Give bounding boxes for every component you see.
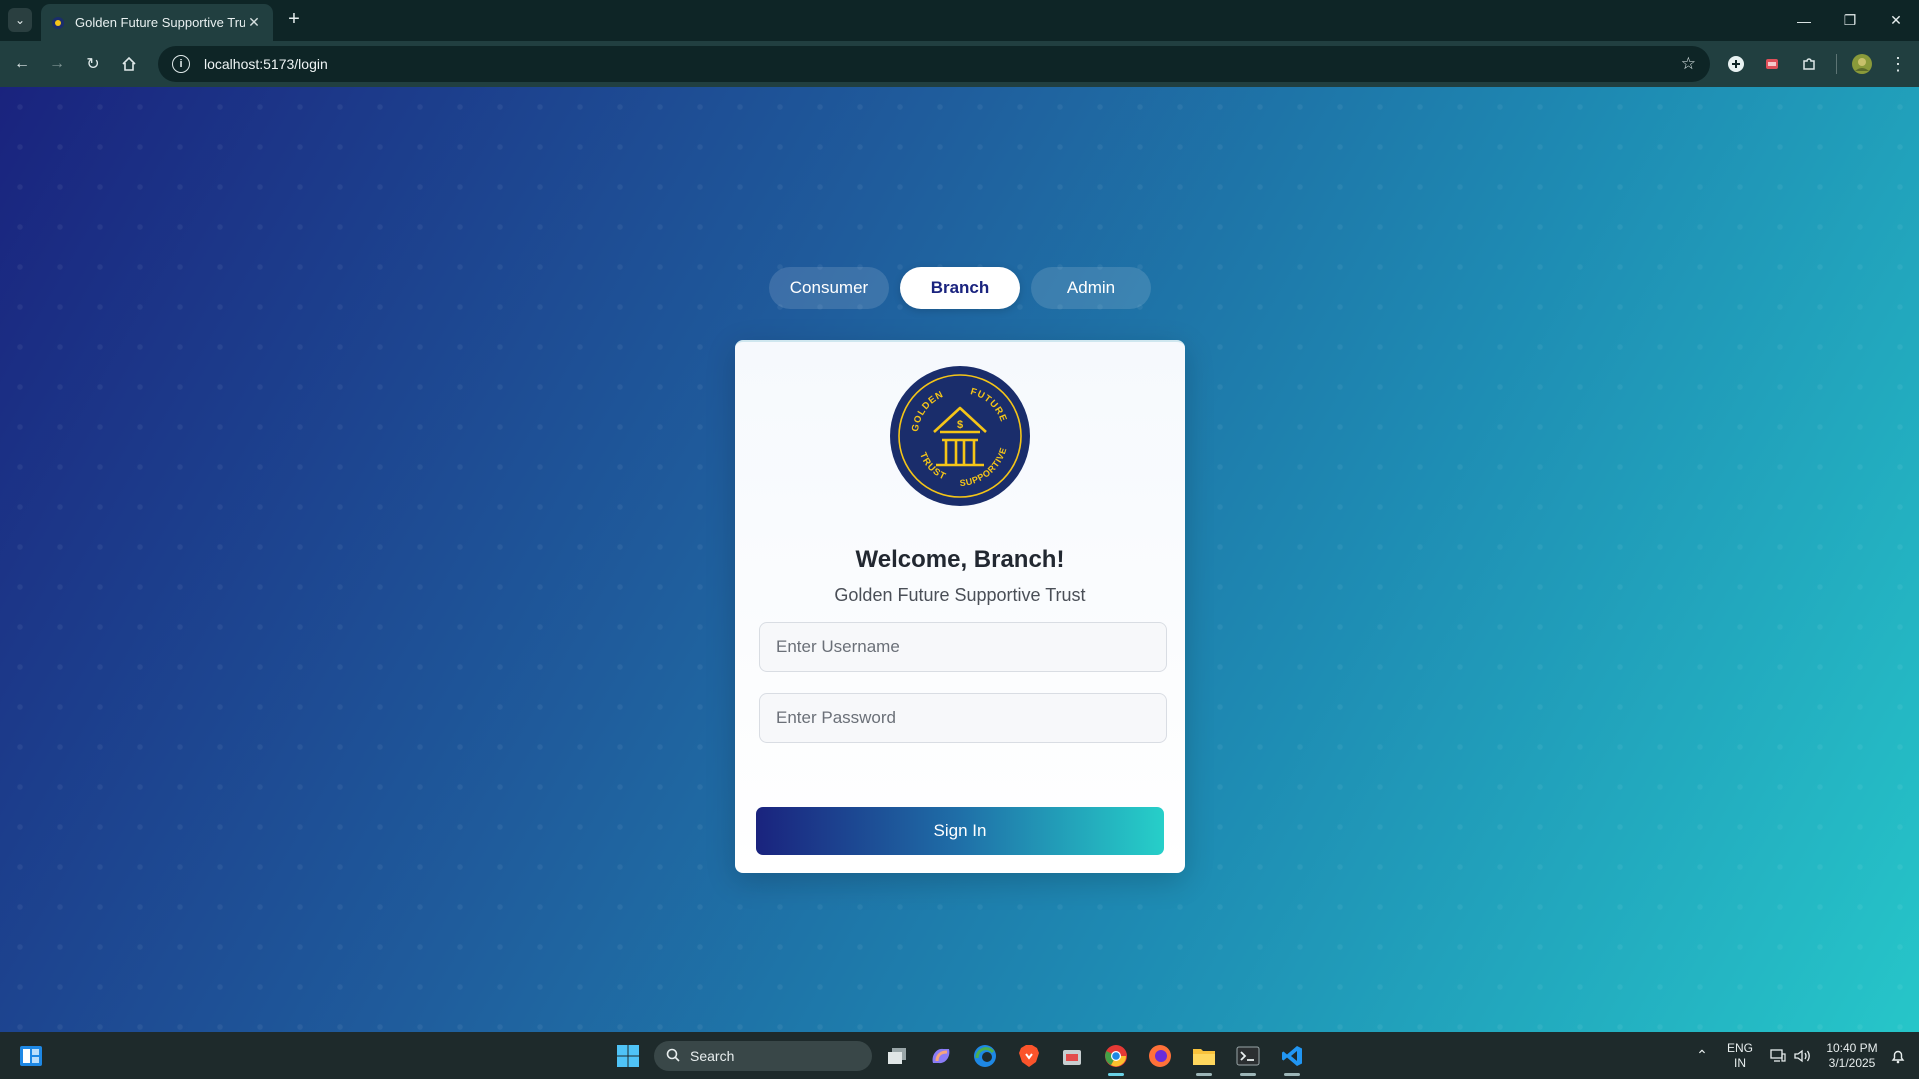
edge-button[interactable] bbox=[970, 1041, 1000, 1071]
store-icon bbox=[1063, 1050, 1081, 1065]
url-text: localhost:5173/login bbox=[204, 56, 328, 72]
tab-title: Golden Future Supportive Trust bbox=[75, 15, 245, 30]
clock[interactable]: 10:40 PM 3/1/2025 bbox=[1822, 1032, 1882, 1079]
tab-search-button[interactable]: ⌄ bbox=[8, 8, 32, 32]
new-tab-button[interactable]: + bbox=[282, 8, 306, 32]
plus-circle-icon bbox=[1728, 56, 1744, 72]
address-bar[interactable]: i localhost:5173/login ☆ bbox=[158, 46, 1710, 82]
vscode-button[interactable] bbox=[1277, 1041, 1307, 1076]
browser-menu-button[interactable]: ⋮ bbox=[1884, 50, 1912, 78]
extension-red-button[interactable] bbox=[1758, 50, 1786, 78]
bookmark-star-icon[interactable]: ☆ bbox=[1681, 54, 1696, 74]
copilot-icon bbox=[932, 1048, 950, 1064]
close-window-button[interactable]: ✕ bbox=[1873, 0, 1919, 41]
reload-icon: ↻ bbox=[86, 56, 100, 73]
show-hidden-icons-button[interactable]: ⌃ bbox=[1688, 1032, 1716, 1079]
language-code: ENG bbox=[1726, 1040, 1753, 1055]
chevron-down-icon: ⌄ bbox=[14, 13, 26, 27]
running-app-indicator bbox=[1284, 1073, 1300, 1076]
bell-icon bbox=[1891, 1050, 1905, 1063]
forward-button[interactable]: → bbox=[43, 50, 71, 78]
role-tab-consumer[interactable]: Consumer bbox=[769, 267, 889, 309]
folder-icon bbox=[1193, 1049, 1215, 1065]
terminal-button[interactable] bbox=[1233, 1041, 1263, 1076]
windows-logo-icon bbox=[617, 1045, 639, 1067]
reload-button[interactable]: ↻ bbox=[79, 50, 107, 78]
password-input[interactable] bbox=[759, 693, 1167, 743]
welcome-heading: Welcome, Branch! bbox=[855, 546, 1065, 573]
task-view-icon bbox=[888, 1048, 906, 1064]
home-icon bbox=[122, 56, 136, 71]
brave-lion-icon bbox=[1019, 1045, 1039, 1067]
site-info-icon[interactable]: i bbox=[172, 55, 190, 73]
widgets-button[interactable] bbox=[16, 1041, 46, 1071]
terminal-icon bbox=[1236, 1046, 1260, 1066]
volume-icon[interactable] bbox=[1791, 1032, 1815, 1079]
active-app-indicator bbox=[1108, 1073, 1124, 1076]
puzzle-icon bbox=[1803, 58, 1815, 70]
firefox-button[interactable] bbox=[1145, 1041, 1175, 1071]
start-button[interactable] bbox=[613, 1041, 643, 1071]
browser-tab[interactable]: Golden Future Supportive Trust ✕ bbox=[41, 4, 273, 41]
site-favicon-icon bbox=[51, 16, 65, 30]
organization-subtitle: Golden Future Supportive Trust bbox=[834, 585, 1086, 605]
edge-icon bbox=[974, 1045, 996, 1067]
running-app-indicator bbox=[1240, 1073, 1256, 1076]
brave-button[interactable] bbox=[1014, 1041, 1044, 1071]
clock-time: 10:40 PM bbox=[1826, 1040, 1878, 1055]
extension-red-icon bbox=[1766, 59, 1778, 69]
taskbar-search[interactable]: Search bbox=[654, 1041, 872, 1071]
minimize-window-button[interactable]: — bbox=[1781, 0, 1827, 41]
trust-logo: GOLDEN FUTURE TRUST SUPPORTIVE $ bbox=[890, 366, 1030, 506]
widgets-icon bbox=[20, 1046, 42, 1066]
language-indicator[interactable]: ENG IN bbox=[1722, 1032, 1758, 1079]
arrow-right-icon: → bbox=[49, 55, 65, 72]
home-button[interactable] bbox=[115, 50, 143, 78]
arrow-left-icon: ← bbox=[14, 55, 30, 72]
profile-avatar[interactable] bbox=[1848, 50, 1876, 78]
role-tab-label: Branch bbox=[930, 278, 990, 297]
login-page: Consumer Branch Admin GOLDEN FUTURE TRUS… bbox=[0, 87, 1919, 1032]
role-tab-label: Consumer bbox=[789, 278, 869, 297]
task-view-button[interactable] bbox=[882, 1041, 912, 1071]
avatar-icon bbox=[1852, 54, 1872, 74]
extension-add-button[interactable] bbox=[1722, 50, 1750, 78]
copilot-button[interactable] bbox=[926, 1041, 956, 1071]
notifications-button[interactable] bbox=[1886, 1032, 1910, 1079]
role-tab-branch[interactable]: Branch bbox=[900, 267, 1020, 309]
extensions-button[interactable] bbox=[1795, 50, 1823, 78]
network-icon[interactable] bbox=[1766, 1032, 1790, 1079]
running-app-indicator bbox=[1196, 1073, 1212, 1076]
search-label: Search bbox=[690, 1048, 735, 1064]
region-code: IN bbox=[1733, 1055, 1746, 1070]
browser-toolbar: ← → ↻ i localhost:5173/login ☆ ⋮ bbox=[0, 41, 1919, 87]
chrome-icon bbox=[1105, 1045, 1127, 1067]
clock-date: 3/1/2025 bbox=[1828, 1055, 1876, 1070]
toolbar-divider bbox=[1836, 54, 1837, 74]
file-explorer-button[interactable] bbox=[1189, 1041, 1219, 1076]
windows-taskbar: Search ⌃ ENG IN 10:40 PM 3/1/2025 bbox=[0, 1032, 1919, 1079]
search-icon bbox=[666, 1048, 680, 1065]
restore-window-button[interactable]: ❐ bbox=[1827, 0, 1873, 41]
chevron-up-icon: ⌃ bbox=[1696, 1047, 1708, 1063]
app-store-button[interactable] bbox=[1057, 1041, 1087, 1071]
login-card: GOLDEN FUTURE TRUST SUPPORTIVE $ Welcome… bbox=[735, 340, 1185, 873]
sign-in-button[interactable]: Sign In bbox=[756, 807, 1164, 855]
username-input[interactable] bbox=[759, 622, 1167, 672]
close-tab-icon[interactable]: ✕ bbox=[245, 14, 263, 31]
firefox-icon bbox=[1149, 1045, 1171, 1067]
logo-dollar-symbol: $ bbox=[957, 419, 963, 431]
chrome-button[interactable] bbox=[1101, 1041, 1131, 1076]
back-button[interactable]: ← bbox=[8, 50, 36, 78]
role-tab-admin[interactable]: Admin bbox=[1031, 267, 1151, 309]
vscode-icon bbox=[1282, 1046, 1302, 1066]
role-tabs: Consumer Branch Admin bbox=[769, 267, 1151, 309]
more-vertical-icon: ⋮ bbox=[1889, 53, 1907, 74]
browser-tab-bar: ⌄ Golden Future Supportive Trust ✕ + — ❐… bbox=[0, 0, 1919, 41]
role-tab-label: Admin bbox=[1066, 278, 1116, 297]
